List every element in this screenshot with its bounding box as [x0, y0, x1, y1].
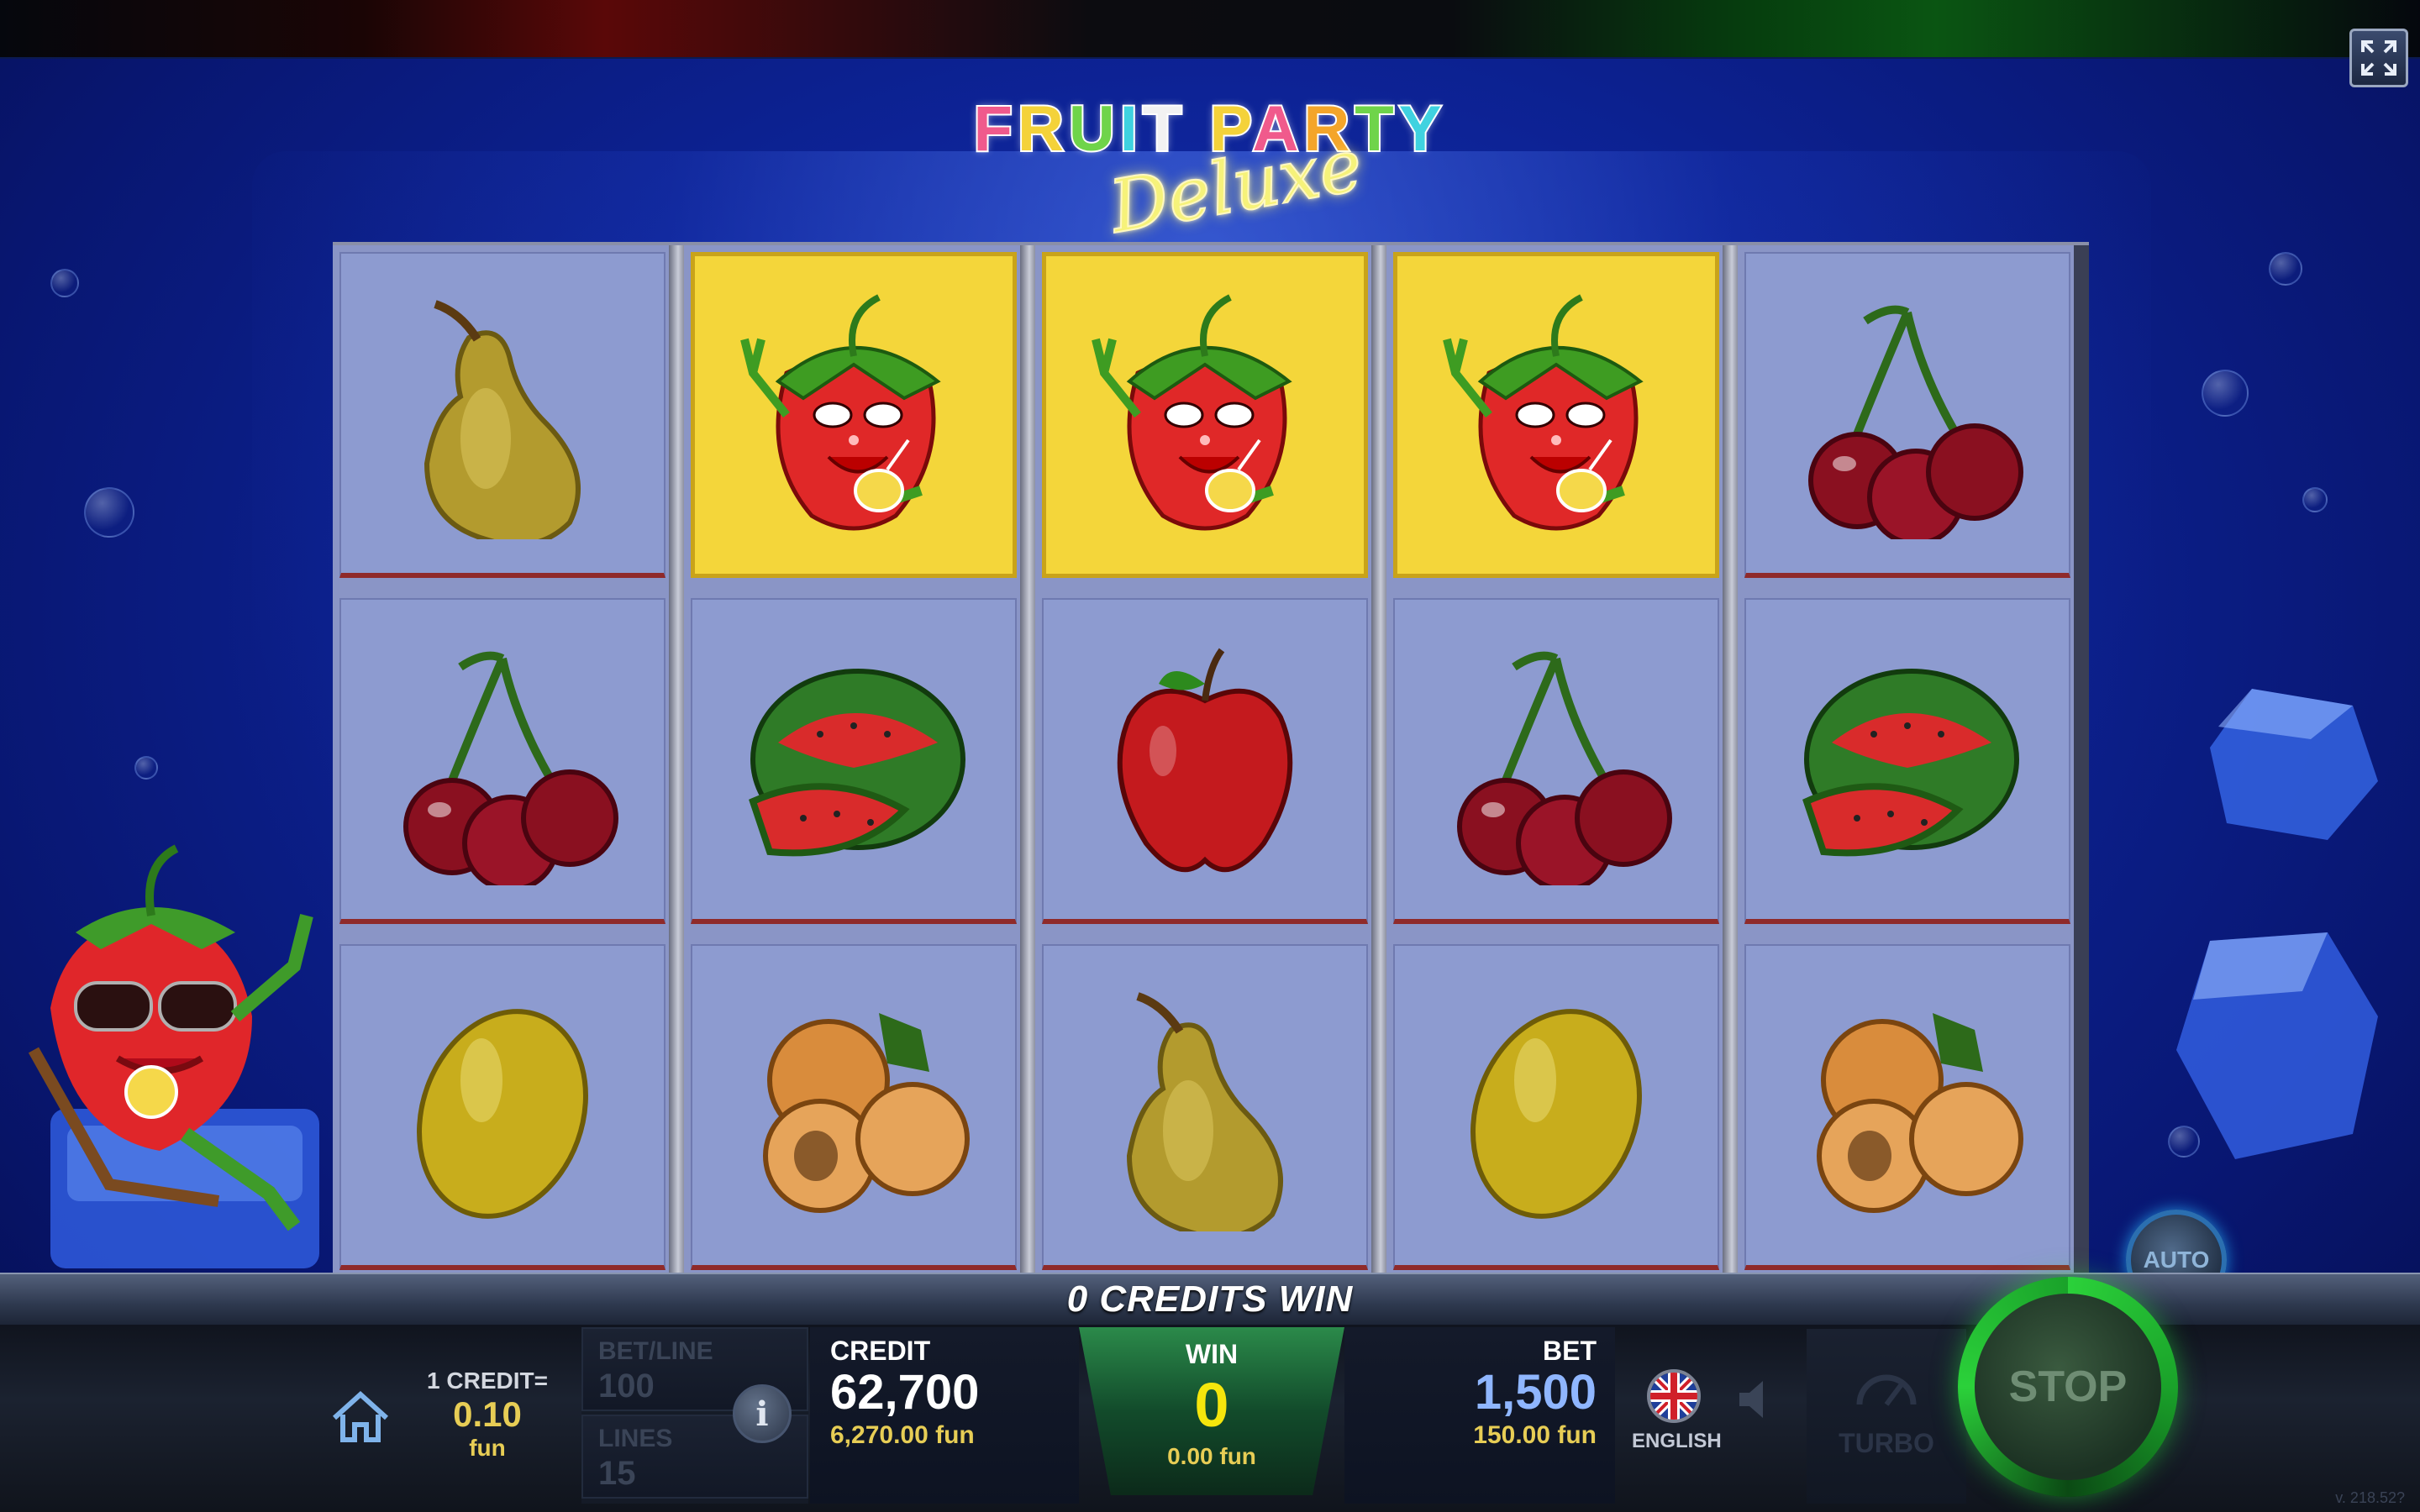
stop-label: STOP — [2008, 1362, 2128, 1411]
bubble — [134, 756, 158, 780]
win-display: WIN 0 0.00 fun — [1079, 1327, 1344, 1504]
apricot-symbol — [1744, 944, 2070, 1270]
credit-value-label: 1 CREDIT= — [427, 1368, 548, 1394]
strawberry-icon — [740, 294, 941, 531]
logo-letter: F — [972, 92, 1018, 166]
speedometer-icon — [1856, 1374, 1917, 1406]
ice-cube — [2176, 932, 2378, 1159]
win-amount: 0 — [1194, 1370, 1229, 1440]
credit-value-unit: fun — [469, 1435, 506, 1461]
bet-label: BET — [1543, 1336, 1597, 1366]
logo-letter: U — [1067, 92, 1120, 166]
cherry-icon — [1808, 305, 2023, 539]
ice-cube — [2210, 689, 2378, 840]
credit-value: 0.10 — [453, 1394, 522, 1434]
cherry-symbol — [1393, 598, 1719, 924]
logo-letter: Y — [1397, 92, 1447, 166]
logo-letter: I — [1118, 92, 1143, 166]
credit-display: CREDIT 62,700 6,270.00 fun — [810, 1327, 1079, 1504]
info-button[interactable]: i — [733, 1384, 792, 1443]
win-fun-amount: 0.00 fun — [1167, 1443, 1256, 1469]
strawberry-icon — [1092, 294, 1292, 531]
bet-per-line-label: BET/LINE — [598, 1337, 713, 1365]
credit-fun-amount: 6,270.00 fun — [830, 1421, 975, 1449]
reel-5 — [1738, 245, 2074, 1278]
bubble — [84, 487, 134, 538]
reel-1 — [333, 245, 669, 1278]
info-icon: i — [755, 1394, 769, 1434]
language-label: ENGLISH — [1632, 1430, 1722, 1452]
cherry-symbol — [339, 598, 666, 924]
apple-icon — [1117, 648, 1293, 873]
strawberry-symbol — [691, 252, 1017, 578]
watermelon-icon — [1802, 669, 2019, 857]
fullscreen-button[interactable] — [2349, 29, 2408, 87]
speaker-icon[interactable] — [1733, 1374, 1783, 1425]
version-label: v. 218.52? — [2335, 1489, 2405, 1506]
uk-flag-icon — [1647, 1369, 1701, 1423]
watermelon-symbol — [1744, 598, 2070, 924]
credit-label: CREDIT — [830, 1336, 931, 1366]
win-label: WIN — [1185, 1339, 1239, 1369]
bet-display[interactable]: BET 1,500 150.00 fun — [1344, 1327, 1615, 1504]
apricot-icon — [1817, 1013, 2023, 1213]
language-selector[interactable]: ENGLISH — [1632, 1369, 1722, 1453]
strawberry-mascot — [28, 844, 319, 1268]
lemon-icon — [1470, 1009, 1642, 1219]
cherry-symbol — [1744, 252, 2070, 578]
strawberry-symbol — [1393, 252, 1719, 578]
bubble — [2302, 487, 2328, 512]
cherry-icon — [403, 651, 618, 885]
pear-symbol — [1042, 944, 1368, 1270]
apricot-icon — [763, 1013, 970, 1213]
lemon-icon — [417, 1009, 588, 1219]
pear-icon — [1126, 992, 1283, 1231]
strawberry-icon — [1443, 294, 1644, 531]
credit-amount: 62,700 — [830, 1365, 980, 1420]
win-message: 0 CREDITS WIN — [1066, 1278, 1354, 1320]
apple-symbol — [1042, 598, 1368, 924]
watermelon-symbol — [691, 598, 1017, 924]
pear-icon — [424, 300, 581, 539]
turbo-button[interactable]: TURBO — [1807, 1329, 1966, 1504]
bet-amount: 1,500 — [1474, 1365, 1597, 1420]
strawberry-symbol — [1042, 252, 1368, 578]
lemon-symbol — [1393, 944, 1719, 1270]
reel-3 — [1035, 245, 1371, 1278]
home-icon[interactable] — [329, 1388, 392, 1446]
lemon-symbol — [339, 944, 666, 1270]
bet-fun-amount: 150.00 fun — [1473, 1421, 1597, 1449]
bubble — [50, 269, 79, 297]
lines-label: LINES — [598, 1425, 673, 1452]
fullscreen-icon — [2361, 40, 2396, 76]
lines-value: 15 — [598, 1455, 636, 1492]
auto-label: AUTO — [2143, 1247, 2210, 1273]
logo-letter: R — [1016, 92, 1069, 166]
game-logo: FRUIT PARTY Deluxe — [966, 92, 1454, 250]
reel-4 — [1386, 245, 1723, 1278]
turbo-label: TURBO — [1839, 1428, 1934, 1458]
watermelon-icon — [749, 669, 965, 857]
cherry-icon — [1457, 651, 1672, 885]
bubble — [2269, 252, 2302, 286]
top-bar — [0, 0, 2420, 59]
stop-button[interactable]: STOP — [1975, 1294, 2161, 1480]
reels-frame — [333, 242, 2089, 1278]
bet-per-line-value: 100 — [598, 1368, 655, 1404]
apricot-symbol — [691, 944, 1017, 1270]
bubble — [2202, 370, 2249, 417]
credit-value-display: 1 CREDIT= 0.10 fun — [412, 1368, 563, 1462]
logo-letter: T — [1353, 92, 1399, 166]
pear-symbol — [339, 252, 666, 578]
game-scene: FRUIT PARTY Deluxe AUTO 0 CREDITS WIN 1 — [0, 0, 2420, 1512]
reel-2 — [684, 245, 1020, 1278]
